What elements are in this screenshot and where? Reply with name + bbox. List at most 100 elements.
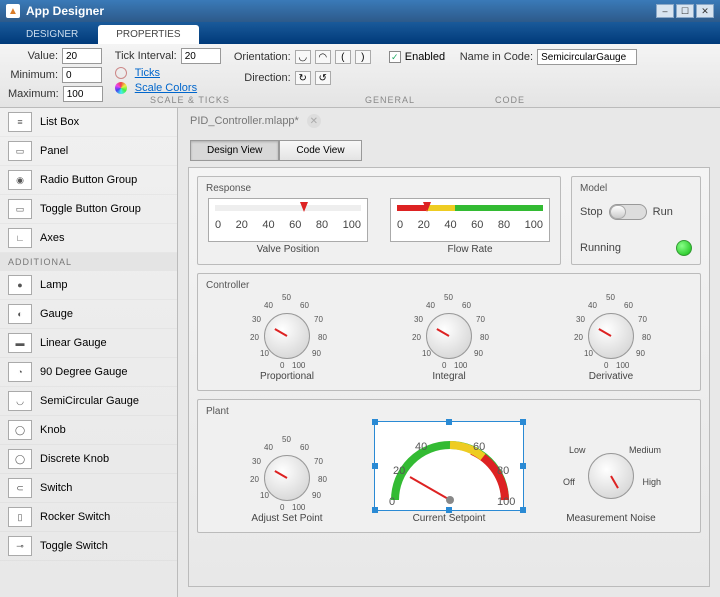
palette-gauge[interactable]: ◐Gauge (0, 300, 177, 329)
proportional-label: Proportional (260, 371, 314, 382)
app-logo-icon: ▲ (6, 4, 20, 18)
direction-ccw-button[interactable]: ↺ (315, 71, 331, 85)
section-scale-ticks: SCALE & TICKS (150, 95, 230, 105)
orientation-label: Orientation: (233, 51, 291, 63)
palette-semi-gauge[interactable]: ◡ SemiCircular Gauge (0, 387, 177, 416)
discrete-knob-icon: ◯ (8, 449, 32, 469)
name-in-code-label: Name in Code: (457, 51, 533, 63)
orient-north-button[interactable]: ◡ (295, 50, 311, 64)
toggle-group-icon: ▭ (8, 199, 32, 219)
palette-toggle-switch[interactable]: ⊸Toggle Switch (0, 532, 177, 561)
file-tab-label: PID_Controller.mlapp* (190, 115, 299, 127)
palette-discrete-knob[interactable]: ◯Discrete Knob (0, 445, 177, 474)
titlebar: ▲ App Designer – ☐ ✕ (0, 0, 720, 22)
max-input[interactable] (63, 86, 103, 102)
integral-label: Integral (432, 371, 465, 382)
svg-text:40: 40 (415, 441, 427, 453)
tab-designer[interactable]: DESIGNER (8, 25, 96, 44)
enabled-checkbox[interactable]: ✓ (389, 51, 401, 63)
palette-knob[interactable]: ◯ Knob (0, 416, 177, 445)
adjust-set-point-knob[interactable]: 0102030405060708090100 (242, 437, 332, 511)
palette-radio-group[interactable]: ◉Radio Button Group (0, 166, 177, 195)
palette-axes-label: Axes (40, 232, 64, 244)
palette-rocker-switch-label: Rocker Switch (40, 511, 110, 523)
panel-icon: ▭ (8, 141, 32, 161)
palette-switch-label: Switch (40, 482, 72, 494)
max-label: Maximum: (8, 88, 59, 100)
value-label: Value: (8, 50, 58, 62)
palette-switch[interactable]: ⊂ Switch (0, 474, 177, 503)
plant-title: Plant (206, 406, 692, 417)
measurement-noise-knob[interactable]: Off Low Medium High (561, 431, 661, 511)
palette-toggle-group-label: Toggle Button Group (40, 203, 141, 215)
orient-east-button[interactable]: ( (335, 50, 351, 64)
rocker-switch-icon: ▯ (8, 507, 32, 527)
derivative-knob[interactable]: 0102030405060708090100 (566, 295, 656, 369)
adjust-set-point-label: Adjust Set Point (251, 513, 322, 524)
flow-rate-label: Flow Rate (447, 244, 492, 255)
model-panel: Model Stop Run Running (571, 176, 701, 265)
palette-rocker-switch[interactable]: ▯ Rocker Switch (0, 503, 177, 532)
derivative-label: Derivative (589, 371, 633, 382)
direction-cw-button[interactable]: ↻ (295, 71, 311, 85)
palette-ninety-gauge[interactable]: ◔ 90 Degree Gauge (0, 358, 177, 387)
close-button[interactable]: ✕ (696, 4, 714, 18)
design-canvas[interactable]: Response 020406080100 Valve Position (188, 167, 710, 587)
palette-axes[interactable]: ∟ Axes (0, 224, 177, 253)
tick-interval-input[interactable] (181, 48, 221, 64)
lamp-icon: ● (8, 275, 32, 295)
palette-section-additional: ADDITIONAL (0, 253, 177, 271)
min-label: Minimum: (8, 69, 58, 81)
value-input[interactable] (62, 48, 102, 64)
name-in-code-input[interactable] (537, 49, 637, 65)
file-tab[interactable]: PID_Controller.mlapp* ✕ (190, 114, 321, 128)
integral-knob[interactable]: 0102030405060708090100 (404, 295, 494, 369)
radio-group-icon: ◉ (8, 170, 32, 190)
palette-panel-label: Panel (40, 145, 68, 157)
axes-icon: ∟ (8, 228, 32, 248)
palette-list-box[interactable]: ≡List Box (0, 108, 177, 137)
semi-gauge-icon: ◡ (8, 391, 32, 411)
properties-toolbar: Value: Minimum: Maximum: Tick Interval: … (0, 44, 720, 108)
tick-interval-label: Tick Interval: (115, 50, 177, 62)
palette-ninety-gauge-label: 90 Degree Gauge (40, 366, 127, 378)
orient-south-button[interactable]: ◠ (315, 50, 331, 64)
palette-knob-label: Knob (40, 424, 66, 436)
scale-colors-link[interactable]: Scale Colors (135, 82, 197, 94)
palette-toggle-group[interactable]: ▭ Toggle Button Group (0, 195, 177, 224)
palette-lamp[interactable]: ●Lamp (0, 271, 177, 300)
plant-panel: Plant 0102030405060708090100 Adjust Set P… (197, 399, 701, 533)
ticks-icon (115, 67, 127, 79)
ninety-gauge-icon: ◔ (8, 362, 32, 382)
palette-semi-gauge-label: SemiCircular Gauge (40, 395, 139, 407)
maximize-button[interactable]: ☐ (676, 4, 694, 18)
proportional-knob[interactable]: 0102030405060708090100 (242, 295, 332, 369)
titlebar-text: App Designer (26, 4, 104, 18)
semicircular-gauge-svg: 0 20 40 60 80 100 (375, 422, 525, 512)
valve-position-label: Valve Position (257, 244, 320, 255)
noise-med-label: Medium (629, 445, 661, 455)
ticks-link[interactable]: Ticks (135, 67, 160, 79)
code-view-tab[interactable]: Code View (279, 140, 361, 161)
palette-panel[interactable]: ▭ Panel (0, 137, 177, 166)
svg-text:100: 100 (497, 496, 515, 508)
valve-position-gauge[interactable]: 020406080100 (208, 198, 368, 242)
controller-panel: Controller 0102030405060708090100Proport… (197, 273, 701, 391)
design-view-tab[interactable]: Design View (190, 140, 279, 161)
switch-icon: ⊂ (8, 478, 32, 498)
tab-properties[interactable]: PROPERTIES (98, 25, 198, 44)
palette-toggle-switch-label: Toggle Switch (40, 540, 108, 552)
list-box-icon: ≡ (8, 112, 32, 132)
minimize-button[interactable]: – (656, 4, 674, 18)
svg-text:20: 20 (393, 465, 405, 477)
min-input[interactable] (62, 67, 102, 83)
run-stop-switch[interactable] (609, 204, 647, 220)
canvas-area: PID_Controller.mlapp* ✕ Design ViewCode … (178, 108, 720, 597)
palette-linear-gauge[interactable]: ▬Linear Gauge (0, 329, 177, 358)
orient-west-button[interactable]: ) (355, 50, 371, 64)
model-title: Model (580, 183, 692, 194)
flow-rate-gauge[interactable]: 020406080100 (390, 198, 550, 242)
file-tab-close-icon[interactable]: ✕ (307, 114, 321, 128)
current-setpoint-gauge[interactable]: 0 20 40 60 80 100 (374, 421, 524, 511)
knob-icon: ◯ (8, 420, 32, 440)
